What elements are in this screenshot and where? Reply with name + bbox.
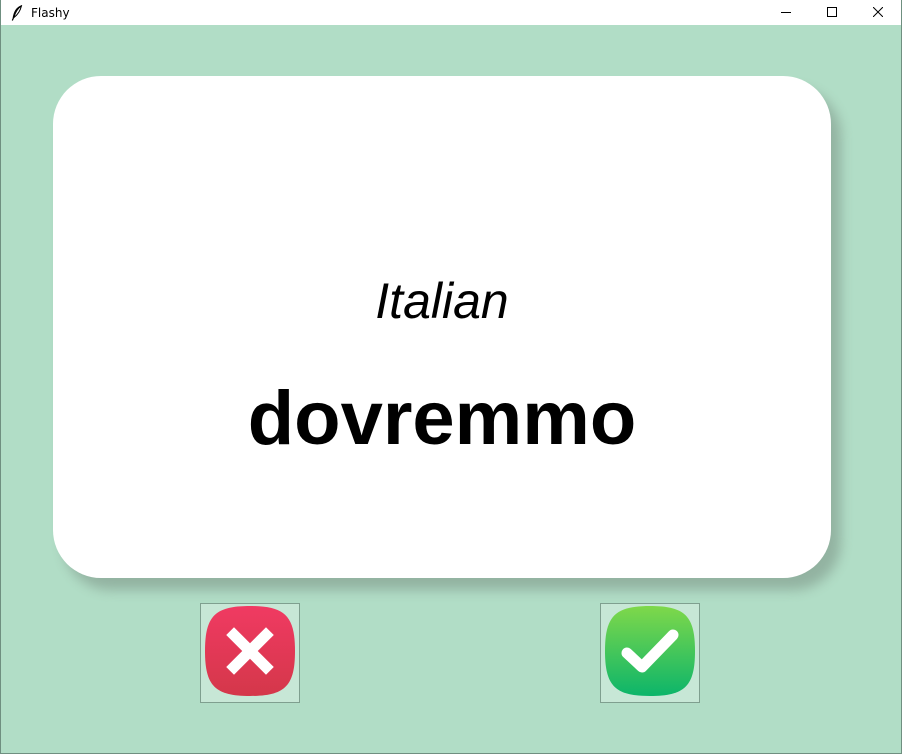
minimize-button[interactable]	[763, 0, 809, 25]
right-button[interactable]	[600, 603, 700, 703]
window-title: Flashy	[31, 5, 70, 20]
close-icon	[872, 4, 884, 22]
minimize-icon	[781, 4, 791, 22]
card-word: dovremmo	[247, 376, 637, 461]
checkmark-icon	[603, 604, 697, 703]
title-bar[interactable]: Flashy	[1, 0, 901, 25]
maximize-icon	[827, 4, 837, 22]
feather-icon	[10, 4, 24, 21]
maximize-button[interactable]	[809, 0, 855, 25]
card-language-label: Italian	[375, 273, 509, 329]
flash-card: Italian dovremmo	[53, 76, 831, 578]
cross-icon	[203, 604, 297, 703]
close-button[interactable]	[855, 0, 901, 25]
wrong-button[interactable]	[200, 603, 300, 703]
window-controls	[763, 0, 901, 25]
app-window: Flashy Italian dovremmo	[0, 0, 902, 754]
